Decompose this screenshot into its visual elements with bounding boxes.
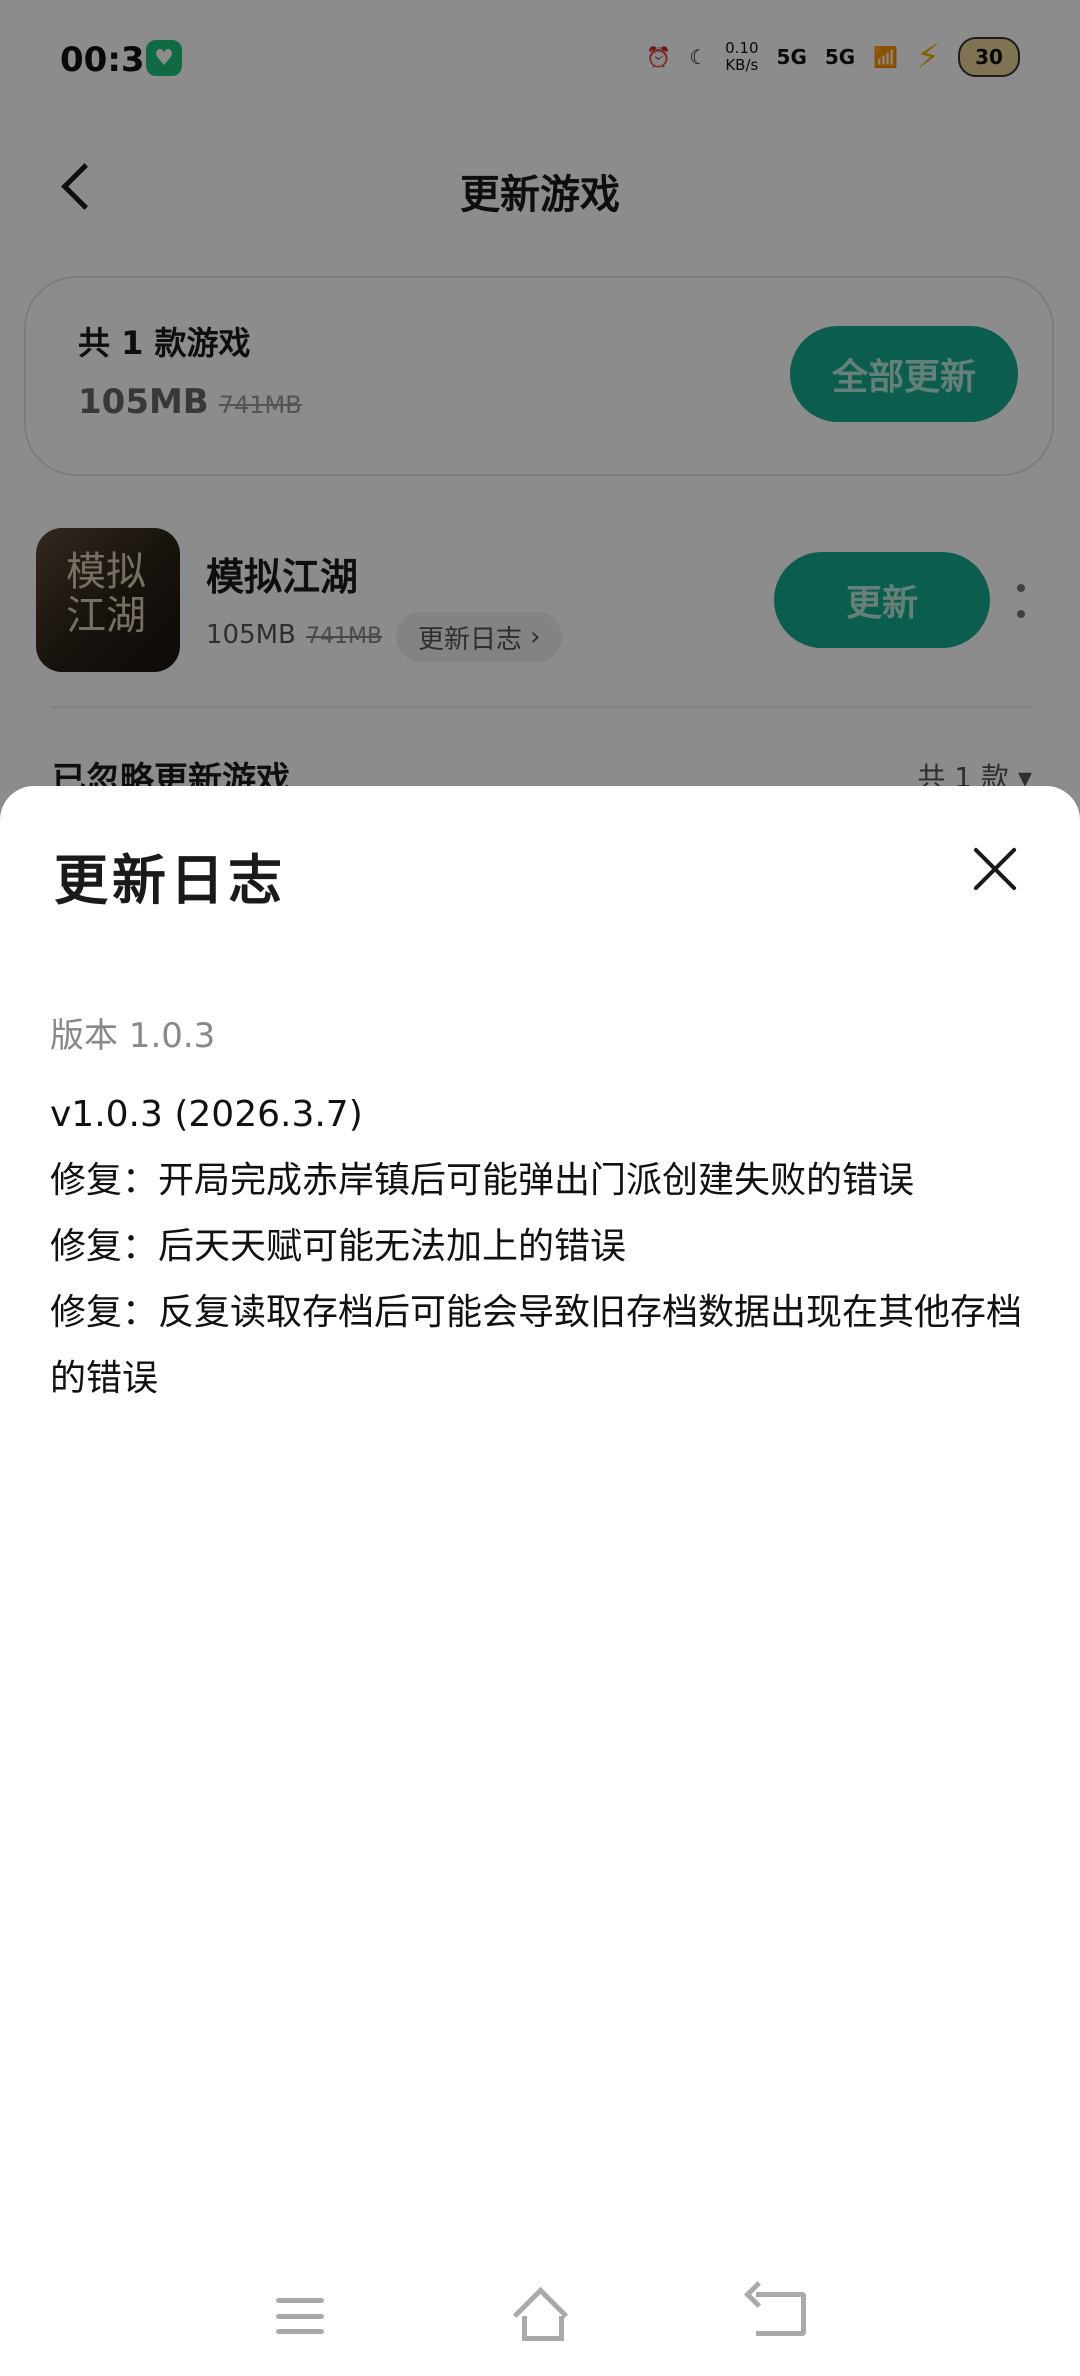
sheet-title: 更新日志 [54,849,286,912]
changelog-line: v1.0.3 (2026.3.7) [50,1094,363,1135]
changelog-line: 修复：开局完成赤岸镇后可能弹出门派创建失败的错误 [50,1160,915,1201]
nav-menu-icon[interactable] [276,2298,324,2334]
changelog-sheet: 更新日志 版本 1.0.3 v1.0.3 (2026.3.7) 修复：开局完成赤… [0,786,1080,2376]
nav-back-icon[interactable] [756,2292,806,2336]
changelog-line: 修复：后天天赋可能无法加上的错误 [50,1226,627,1267]
close-icon[interactable] [972,846,1018,892]
version-label: 版本 1.0.3 [50,1016,216,1056]
changelog-line: 修复：反复读取存档后可能会导致旧存档数据出现在其他存档的错误 [50,1292,1023,1399]
changelog-content: v1.0.3 (2026.3.7) 修复：开局完成赤岸镇后可能弹出门派创建失败的… [50,1082,1030,1412]
nav-home-icon[interactable] [512,2290,568,2341]
navigation-bar [0,2260,1080,2370]
